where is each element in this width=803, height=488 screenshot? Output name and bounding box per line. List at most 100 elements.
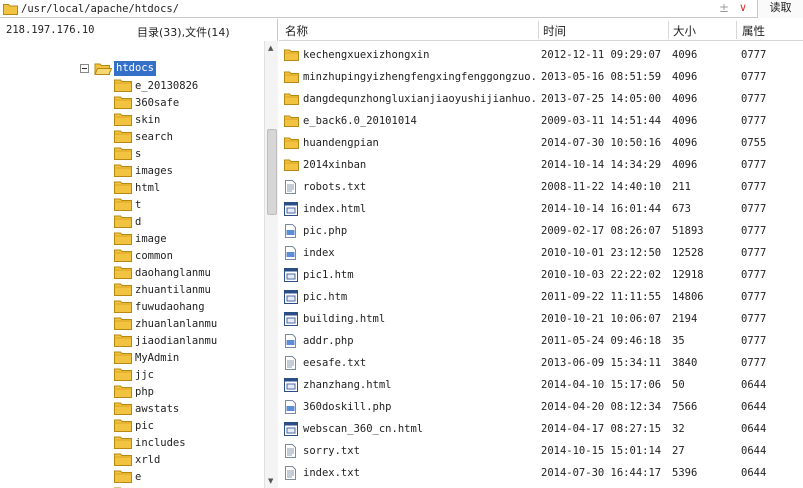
file-row[interactable]: index.html 2014-10-14 16:01:44 673 0777 — [279, 198, 803, 220]
folder-icon — [284, 70, 299, 83]
file-perm: 0777 — [741, 225, 767, 237]
folder-icon — [114, 401, 132, 415]
file-name: index.html — [303, 203, 367, 215]
folder-icon — [114, 435, 132, 449]
column-divider[interactable] — [736, 21, 737, 39]
file-perm: 0644 — [741, 423, 767, 435]
column-time[interactable]: 时间 — [543, 23, 566, 39]
tree-folder-label: jjc — [135, 369, 154, 381]
file-row[interactable]: 360doskill.php 2014-04-20 08:12:34 7566 064… — [279, 396, 803, 418]
tree-folder-label: MyAdmin — [135, 352, 180, 364]
file-time: 2014-10-14 14:34:29 — [541, 159, 662, 171]
folder-icon — [114, 95, 132, 109]
tree-folder-label: jiaodianlanmu — [135, 335, 218, 347]
tree-folder-label: search — [135, 131, 173, 143]
file-name: eesafe.txt — [303, 357, 367, 369]
folder-icon — [284, 136, 299, 149]
file-time: 2010-10-01 23:12:50 — [541, 247, 662, 259]
file-name: index.txt — [303, 467, 360, 479]
file-time: 2008-11-22 14:40:10 — [541, 181, 662, 193]
scrollbar-thumb[interactable] — [267, 129, 277, 215]
text-file-icon — [284, 466, 297, 480]
file-row[interactable]: e_back6.0_20101014 2009-03-11 14:51:44 409… — [279, 110, 803, 132]
file-time: 2013-07-25 14:05:00 — [541, 93, 662, 105]
add-bookmark-icon[interactable]: ± — [719, 1, 729, 15]
file-row[interactable]: dangdequnzhongluxianjiaoyushijianhuo... 2… — [279, 88, 803, 110]
column-divider[interactable] — [668, 21, 669, 39]
tree-folder-label: zhuanlanlanmu — [135, 318, 218, 330]
chevron-down-icon[interactable]: ∨ — [739, 1, 747, 14]
text-file-icon — [284, 444, 297, 458]
file-row[interactable]: huandengpian 2014-07-30 10:50:16 4096 0755 — [279, 132, 803, 154]
file-row[interactable]: index 2010-10-01 23:12:50 12528 0777 — [279, 242, 803, 264]
file-size: 3840 — [672, 357, 698, 369]
tree-folder-label: includes — [135, 437, 186, 449]
server-ip: 218.197.176.10 — [6, 24, 95, 36]
tree-scrollbar[interactable]: ▲ ▼ — [264, 41, 278, 488]
column-divider[interactable] — [538, 21, 539, 39]
collapse-icon[interactable] — [80, 64, 89, 73]
folder-icon — [114, 146, 132, 160]
file-size: 4096 — [672, 137, 698, 149]
file-row[interactable]: pic1.htm 2010-10-03 22:22:02 12918 0777 — [279, 264, 803, 286]
folder-icon — [114, 197, 132, 211]
file-row[interactable]: zhanzhang.html 2014-04-10 15:17:06 50 0644 — [279, 374, 803, 396]
file-row[interactable]: pic.php 2009-02-17 08:26:07 51893 0777 — [279, 220, 803, 242]
folder-icon — [114, 129, 132, 143]
file-row[interactable]: eesafe.txt 2013-06-09 15:34:11 3840 0777 — [279, 352, 803, 374]
file-perm: 0777 — [741, 291, 767, 303]
directory-tree-pane: 218.197.176.10 目录(33),文件(14) htdocs e_20… — [0, 19, 278, 488]
file-perm: 0777 — [741, 247, 767, 259]
folder-icon — [114, 112, 132, 126]
scroll-down-icon[interactable]: ▼ — [268, 477, 273, 485]
scroll-up-icon[interactable]: ▲ — [268, 44, 273, 52]
tree-folder-label: e_20130826 — [135, 80, 199, 92]
file-name: huandengpian — [303, 137, 379, 149]
file-size: 12918 — [672, 269, 704, 281]
tree-folder-label: zhuantilanmu — [135, 284, 211, 296]
file-name: addr.php — [303, 335, 354, 347]
folder-icon — [114, 350, 132, 364]
item-count: 目录(33),文件(14) — [137, 26, 230, 39]
file-row[interactable]: sorry.txt 2014-10-15 15:01:14 27 0644 — [279, 440, 803, 462]
file-row[interactable]: building.html 2010-10-21 10:06:07 2194 0777 — [279, 308, 803, 330]
php-file-icon — [284, 246, 297, 260]
read-button[interactable]: 读取 — [758, 0, 803, 18]
text-file-icon — [284, 180, 297, 194]
file-time: 2014-07-30 16:44:17 — [541, 467, 662, 479]
file-size: 12528 — [672, 247, 704, 259]
tree-folder-label: php — [135, 386, 154, 398]
file-name: zhanzhang.html — [303, 379, 392, 391]
file-row[interactable]: index.txt 2014-07-30 16:44:17 5396 0644 — [279, 462, 803, 484]
file-row[interactable]: minzhupingyizhengfengxingfenggongzuo... 2… — [279, 66, 803, 88]
file-size: 7566 — [672, 401, 698, 413]
file-perm: 0777 — [741, 181, 767, 193]
file-perm: 0777 — [741, 357, 767, 369]
file-row[interactable]: 2014xinban 2014-10-14 14:34:29 4096 0777 — [279, 154, 803, 176]
file-perm: 0777 — [741, 115, 767, 127]
file-name: building.html — [303, 313, 386, 325]
file-size: 5396 — [672, 467, 698, 479]
file-row[interactable]: kechengxuexizhongxin 2012-12-11 09:29:07 4… — [279, 44, 803, 66]
file-perm: 0777 — [741, 203, 767, 215]
folder-icon — [284, 158, 299, 171]
file-row[interactable]: robots.txt 2008-11-22 14:40:10 211 0777 — [279, 176, 803, 198]
folder-icon — [3, 2, 18, 15]
tree-folder-label: e — [135, 471, 142, 483]
folder-icon — [114, 214, 132, 228]
tree-folder-label: html — [135, 182, 161, 194]
column-perm[interactable]: 属性 — [742, 23, 765, 39]
file-row[interactable]: addr.php 2011-05-24 09:46:18 35 0777 — [279, 330, 803, 352]
column-size[interactable]: 大小 — [673, 23, 696, 39]
file-perm: 0777 — [741, 49, 767, 61]
file-time: 2010-10-21 10:06:07 — [541, 313, 662, 325]
file-row[interactable]: webscan_360_cn.html 2014-04-17 08:27:15 32… — [279, 418, 803, 440]
folder-icon — [284, 114, 299, 127]
folder-icon — [114, 333, 132, 347]
file-size: 4096 — [672, 71, 698, 83]
path-bar: /usr/local/apache/htdocs/ ± ∨ 读取 — [0, 0, 803, 18]
tree-folder-label: 360safe — [135, 97, 180, 109]
file-row[interactable]: pic.htm 2011-09-22 11:11:55 14806 0777 — [279, 286, 803, 308]
column-name[interactable]: 名称 — [285, 23, 308, 39]
folder-icon — [114, 384, 132, 398]
